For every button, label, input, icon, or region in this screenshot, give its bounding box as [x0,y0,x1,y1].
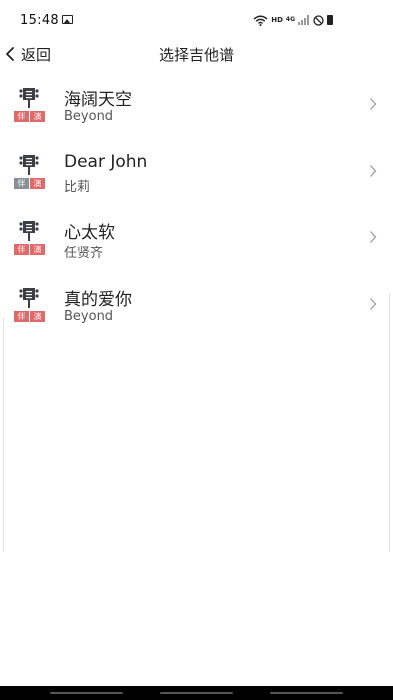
song-artist: 任贤齐 [64,246,104,261]
song-badges: 伴 演 [14,111,45,122]
accompaniment-badge: 伴 [14,177,29,189]
guitar-headstock-icon [19,154,39,176]
status-time: 15:48 [20,13,59,28]
gallery-notification-icon [62,15,73,24]
system-nav-back[interactable] [50,692,123,694]
song-badges: 伴 演 [14,244,45,255]
song-row[interactable]: 伴 演 心太软 任贤齐 [0,206,393,273]
accompaniment-badge: 伴 [14,111,29,122]
frame-divider-right [389,294,390,552]
system-nav-home[interactable] [160,692,233,694]
song-badges: 伴 演 [14,177,45,189]
navigation-bar: 返回 选择吉他谱 [0,40,393,68]
network-type: 4G [285,16,295,23]
performance-badge: 演 [30,244,45,255]
status-bar: 15:48 HD 4G [0,0,393,40]
do-not-disturb-icon [313,14,324,26]
accompaniment-badge: 伴 [14,244,29,255]
wifi-icon [253,15,268,26]
battery-icon [327,15,333,25]
song-row[interactable]: 伴 演 真的爱你 Beyond [0,273,393,340]
performance-badge: 演 [30,111,45,122]
accompaniment-badge: 伴 [14,310,29,322]
hd-indicator: HD [271,16,283,24]
chevron-right-icon [369,164,377,178]
frame-divider-left [3,318,4,552]
system-navigation-bar [0,686,393,700]
song-title: 真的爱你 [64,289,132,310]
song-title: Dear John [64,151,148,172]
song-artist: 比莉 [64,179,91,195]
song-artist: Beyond [64,308,114,324]
performance-badge: 演 [30,177,45,189]
song-artist: Beyond [64,109,114,124]
page-title: 选择吉他谱 [158,46,234,64]
signal-icon [298,15,310,25]
guitar-headstock-icon [19,287,39,309]
chevron-right-icon [369,97,377,111]
song-badges: 伴 演 [14,310,45,322]
song-title: 心太软 [64,223,115,243]
song-title: 海阔天空 [64,90,132,110]
guitar-headstock-icon [19,220,39,242]
song-list: 伴 演 海阔天空 Beyond 伴 演 Dear John 比莉 伴 演 心太软… [0,73,393,339]
performance-badge: 演 [30,310,45,322]
status-indicators: HD 4G [253,13,333,27]
guitar-headstock-icon [19,87,39,109]
chevron-right-icon [369,230,377,244]
chevron-right-icon [369,297,377,311]
song-row[interactable]: 伴 演 海阔天空 Beyond [0,73,393,140]
system-nav-recents[interactable] [270,692,343,694]
song-row[interactable]: 伴 演 Dear John 比莉 [0,140,393,207]
